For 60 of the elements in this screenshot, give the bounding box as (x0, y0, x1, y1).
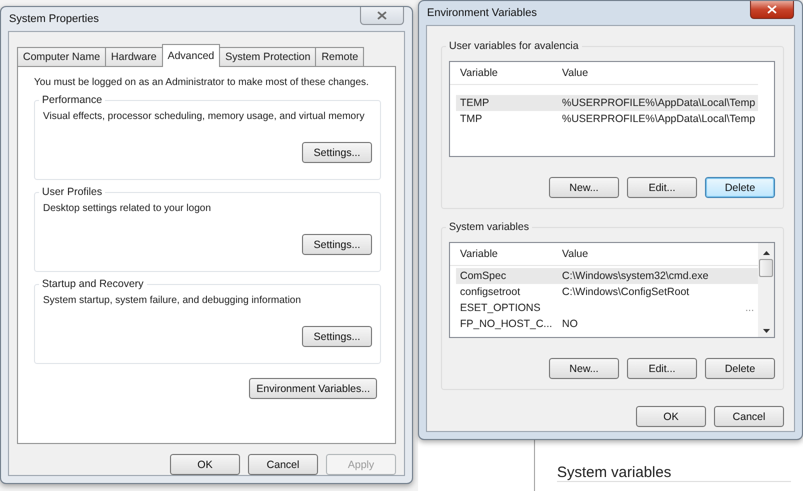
list-row[interactable]: configsetroot C:\Windows\ConfigSetRoot (456, 284, 758, 300)
list-row[interactable]: FP_NO_HOST_C... NO (456, 316, 758, 332)
notice-text: You must be logged on as an Administrator to make most of these changes. (34, 77, 370, 88)
close-icon (767, 5, 777, 14)
group-description: Desktop settings related to your logon (43, 203, 212, 214)
scroll-thumb[interactable] (759, 259, 773, 277)
down-arrow-icon[interactable] (762, 329, 770, 333)
variable-name: configsetroot (460, 286, 522, 298)
environment-variables-button[interactable]: Environment Variables... (249, 378, 377, 399)
variable-name: ESET_OPTIONS (460, 302, 542, 314)
dialog-button[interactable]: OK (636, 406, 706, 427)
window-title: System Properties (9, 13, 99, 25)
tab[interactable]: Hardware (105, 47, 163, 66)
group-title: Performance (39, 94, 106, 106)
tab[interactable]: Remote (315, 47, 364, 66)
action-button[interactable]: New... (549, 177, 619, 198)
variable-name: FP_NO_HOST_C... (460, 318, 554, 330)
variable-name: TEMP (460, 97, 490, 109)
list-row[interactable]: TEMP %USERPROFILE%\AppData\Local\Temp (456, 95, 758, 111)
group-description: Visual effects, processor scheduling, memory usage, and virtual memory (43, 111, 366, 122)
action-button[interactable]: Edit... (627, 358, 697, 379)
variable-value: C:\Windows\system32\cmd.exe (562, 270, 708, 282)
close-icon (377, 11, 387, 20)
column-header: Value (562, 67, 588, 79)
tab[interactable]: System Protection (219, 47, 316, 66)
dialog-button[interactable]: OK (170, 454, 240, 475)
action-button[interactable]: Delete (705, 177, 775, 198)
dialog-button[interactable]: Cancel (714, 406, 784, 427)
group-title: User Profiles (39, 186, 106, 198)
list-row[interactable]: ComSpec C:\Windows\system32\cmd.exe (456, 268, 758, 284)
column-header: Variable (460, 248, 499, 260)
group-title: Startup and Recovery (39, 278, 147, 290)
scrollbar[interactable] (758, 243, 774, 337)
tab[interactable]: Computer Name (17, 47, 106, 66)
group-title: User variables for avalencia (446, 40, 582, 52)
list-row[interactable]: ESET_OPTIONS ... (456, 300, 758, 316)
variable-value: NO (562, 318, 578, 330)
group-title: System variables (446, 221, 532, 233)
variable-value: %USERPROFILE%\AppData\Local\Temp (562, 97, 756, 109)
action-button[interactable]: Delete (705, 358, 775, 379)
variable-name: ComSpec (460, 270, 508, 282)
column-header: Value (562, 248, 588, 260)
variable-value: %USERPROFILE%\AppData\Local\Temp (562, 113, 756, 125)
action-button[interactable]: New... (549, 358, 619, 379)
group-description: System startup, system failure, and debugging information (43, 295, 302, 306)
dialog-button[interactable]: Cancel (248, 454, 318, 475)
action-button[interactable]: Edit... (627, 177, 697, 198)
settings-button[interactable]: Settings... (302, 142, 372, 163)
list-row[interactable]: TMP %USERPROFILE%\AppData\Local\Temp (456, 111, 758, 127)
column-header: Variable (460, 67, 499, 79)
variable-name: TMP (460, 113, 484, 125)
section-title: System variables (557, 464, 792, 482)
more-marker: ... (745, 302, 754, 314)
window-title: Environment Variables (427, 7, 537, 19)
settings-button[interactable]: Settings... (302, 326, 372, 347)
up-arrow-icon[interactable] (762, 251, 770, 255)
variable-value: C:\Windows\ConfigSetRoot (562, 286, 690, 298)
close-button[interactable] (750, 1, 794, 19)
tab[interactable]: Advanced (162, 44, 220, 67)
settings-button[interactable]: Settings... (302, 234, 372, 255)
